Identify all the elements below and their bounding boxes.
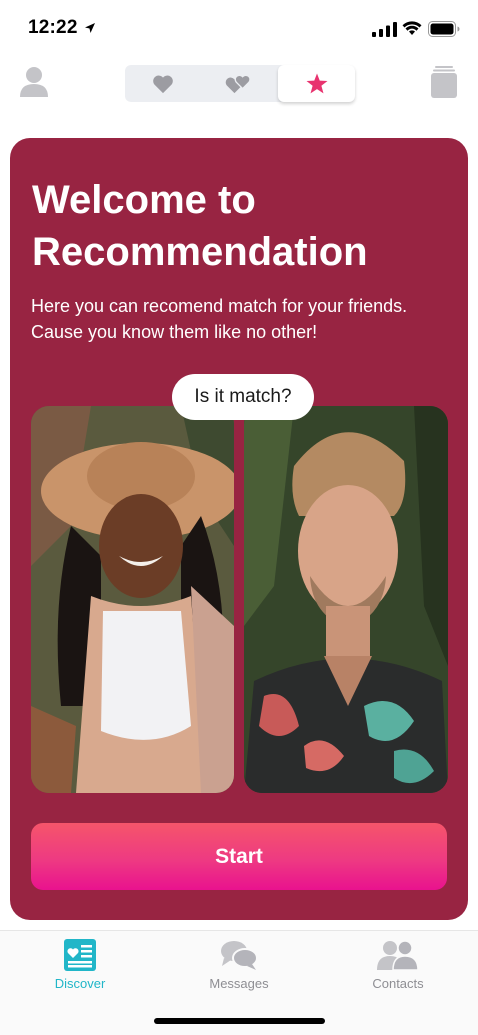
profile-icon[interactable] [19,66,49,98]
card-title: Welcome to Recommendation [32,178,368,274]
match-bubble: Is it match? [172,374,314,420]
tab-contacts-label: Contacts [372,976,424,991]
man-photo [244,406,448,793]
heart-icon [153,75,173,93]
chat-bubbles-icon [221,941,258,970]
double-heart-icon [225,74,251,93]
tab-contacts[interactable]: Contacts [338,939,458,999]
home-indicator [154,1018,325,1024]
signal-icon [372,22,397,37]
contacts-icon [377,940,419,971]
status-time: 12:22 [28,17,78,38]
battery-icon [428,21,460,37]
tab-discover[interactable]: Discover [20,939,140,999]
star-icon [306,73,327,94]
tab-messages-label: Messages [209,976,269,991]
card-stack-icon[interactable] [431,66,457,98]
segmented-control [125,65,355,102]
tab-messages[interactable]: Messages [179,939,299,999]
tab-discover-label: Discover [54,976,106,991]
status-bar: 12:22 [0,0,478,58]
tab-recommend[interactable] [278,65,355,102]
start-button[interactable]: Start [31,823,447,890]
woman-photo [31,406,234,793]
wifi-icon [402,21,422,35]
tab-matches[interactable] [201,65,277,102]
card-subtitle: Here you can recomend match for your fri… [31,296,408,342]
location-arrow-icon [85,23,95,33]
recommendation-card: Welcome to Recommendation Here you can r… [10,138,468,920]
tab-likes[interactable] [125,65,201,102]
discover-icon [64,939,96,971]
